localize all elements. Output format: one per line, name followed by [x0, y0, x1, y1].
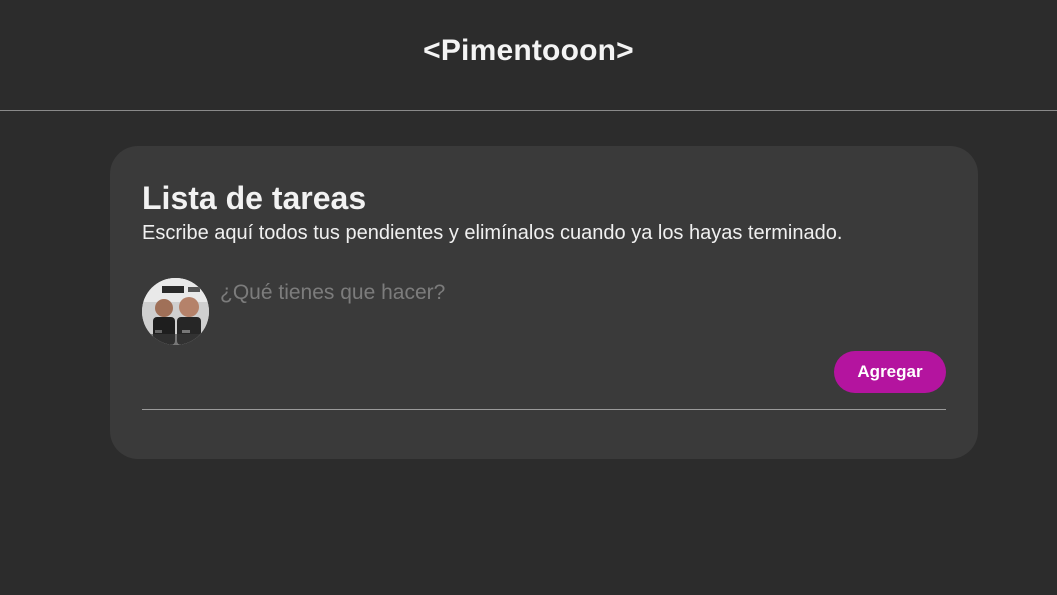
card-title: Lista de tareas — [142, 180, 367, 216]
brand-title: <Pimentooon> — [423, 34, 634, 67]
add-task-button[interactable]: Agregar — [834, 351, 946, 393]
todo-card: Lista de tareas Escribe aquí todos tus p… — [110, 146, 978, 459]
divider — [142, 409, 946, 410]
task-input[interactable] — [220, 278, 820, 308]
card-subtitle: Escribe aquí todos tus pendientes y elim… — [142, 222, 843, 244]
avatar-image-icon — [142, 278, 209, 345]
user-avatar — [142, 278, 209, 345]
top-header: <Pimentooon> — [0, 0, 1057, 111]
